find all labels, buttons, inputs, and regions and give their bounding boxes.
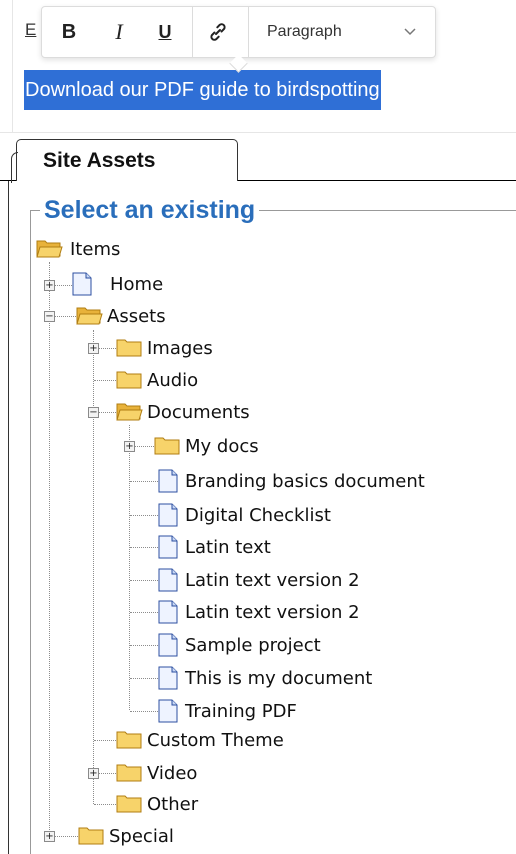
tree-node-label: Other [147,794,199,815]
folder-icon [154,437,180,455]
document-icon [158,535,178,559]
tree-node-label: Latin text version 2 [185,602,360,623]
folder-icon [116,731,142,749]
tree-node-document[interactable]: Sample project [158,631,488,659]
tree-node-label: Latin text [185,537,271,558]
tree-node-label: Images [147,338,213,359]
tree-node-home[interactable]: Home [72,270,182,298]
tree-node-label: Sample project [185,635,321,656]
tree-node-label: My docs [185,436,259,457]
document-icon [158,600,178,624]
tree-connector [94,740,116,741]
tree-node-video[interactable]: Video [116,759,236,787]
document-icon [158,469,178,493]
tree-connector [93,330,94,804]
tree-node-document[interactable]: Branding basics document [158,467,488,495]
tree-connector [129,425,130,710]
tree-connector [130,711,158,712]
tree-node-label: Special [109,826,174,847]
tree-node-documents[interactable]: Documents [116,398,286,426]
tree-connector [130,515,158,516]
tree-node-document[interactable]: Digital Checklist [158,501,488,529]
tree-node-audio[interactable]: Audio [116,366,236,394]
tree-connector [94,380,116,381]
document-icon [158,503,178,527]
folder-icon [116,795,142,813]
tree-connector [49,262,50,836]
folder-icon [116,764,142,782]
document-icon [158,633,178,657]
tree-connector [130,547,158,548]
tree-node-label: Custom Theme [147,730,284,751]
tree-node-label: Assets [107,306,166,327]
tree-node-label: Video [147,763,198,784]
asset-tree: Items + Home − Assets + Images Audio − D… [0,0,516,854]
tree-connector [130,580,158,581]
folder-icon [116,371,142,389]
tree-node-items[interactable]: Items [36,235,146,263]
collapse-toggle[interactable]: − [88,407,99,418]
tree-node-label: Training PDF [185,701,297,722]
tree-node-label: Items [70,239,121,260]
tree-node-document[interactable]: This is my document [158,664,488,692]
tree-node-other[interactable]: Other [116,790,236,818]
folder-icon [78,827,104,845]
tree-node-custom-theme[interactable]: Custom Theme [116,726,336,754]
tree-node-label: Documents [147,402,250,423]
document-icon [72,272,92,296]
document-icon [158,666,178,690]
expand-toggle[interactable]: + [44,831,55,842]
folder-open-icon [116,403,143,421]
tree-node-document[interactable]: Latin text version 2 [158,566,488,594]
tree-node-document[interactable]: Latin text [158,533,488,561]
expand-toggle[interactable]: + [124,441,135,452]
tree-node-special[interactable]: Special [78,822,208,850]
tree-connector [94,804,116,805]
tree-node-label: Branding basics document [185,471,425,492]
tree-node-my-docs[interactable]: My docs [154,432,294,460]
tree-node-images[interactable]: Images [116,334,246,362]
tree-node-label: This is my document [185,668,373,689]
collapse-toggle[interactable]: − [44,311,55,322]
folder-open-icon [76,307,103,325]
expand-toggle[interactable]: + [44,280,55,291]
expand-toggle[interactable]: + [88,343,99,354]
tree-node-label: Home [110,274,164,295]
document-icon [158,568,178,592]
tree-node-label: Latin text version 2 [185,570,360,591]
tree-node-label: Audio [147,370,199,391]
tree-connector [130,612,158,613]
tree-node-document[interactable]: Training PDF [158,697,488,725]
tree-connector [130,678,158,679]
tree-node-document[interactable]: Latin text version 2 [158,598,488,626]
tree-connector [130,645,158,646]
document-icon [158,699,178,723]
expand-toggle[interactable]: + [88,768,99,779]
folder-icon [116,339,142,357]
tree-node-assets[interactable]: Assets [76,302,196,330]
folder-open-icon [36,240,63,258]
tree-connector [130,481,158,482]
tree-node-label: Digital Checklist [185,505,331,526]
